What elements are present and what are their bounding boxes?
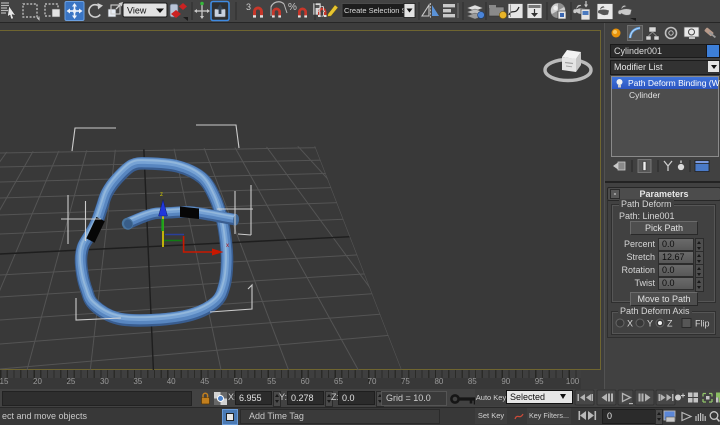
svg-text:x: x <box>226 243 229 249</box>
svg-text:%: % <box>288 2 297 13</box>
svg-text:Z: Z <box>667 319 673 329</box>
svg-text:Flip: Flip <box>695 319 710 329</box>
svg-text:Y: Y <box>647 319 653 329</box>
svg-text:Create Selection Se: Create Selection Se <box>344 6 411 15</box>
svg-text:z: z <box>160 192 163 198</box>
svg-text:3: 3 <box>246 2 251 12</box>
svg-text:View: View <box>127 6 147 16</box>
svg-text:{}: {} <box>318 5 326 17</box>
svg-text:X: X <box>627 319 633 329</box>
